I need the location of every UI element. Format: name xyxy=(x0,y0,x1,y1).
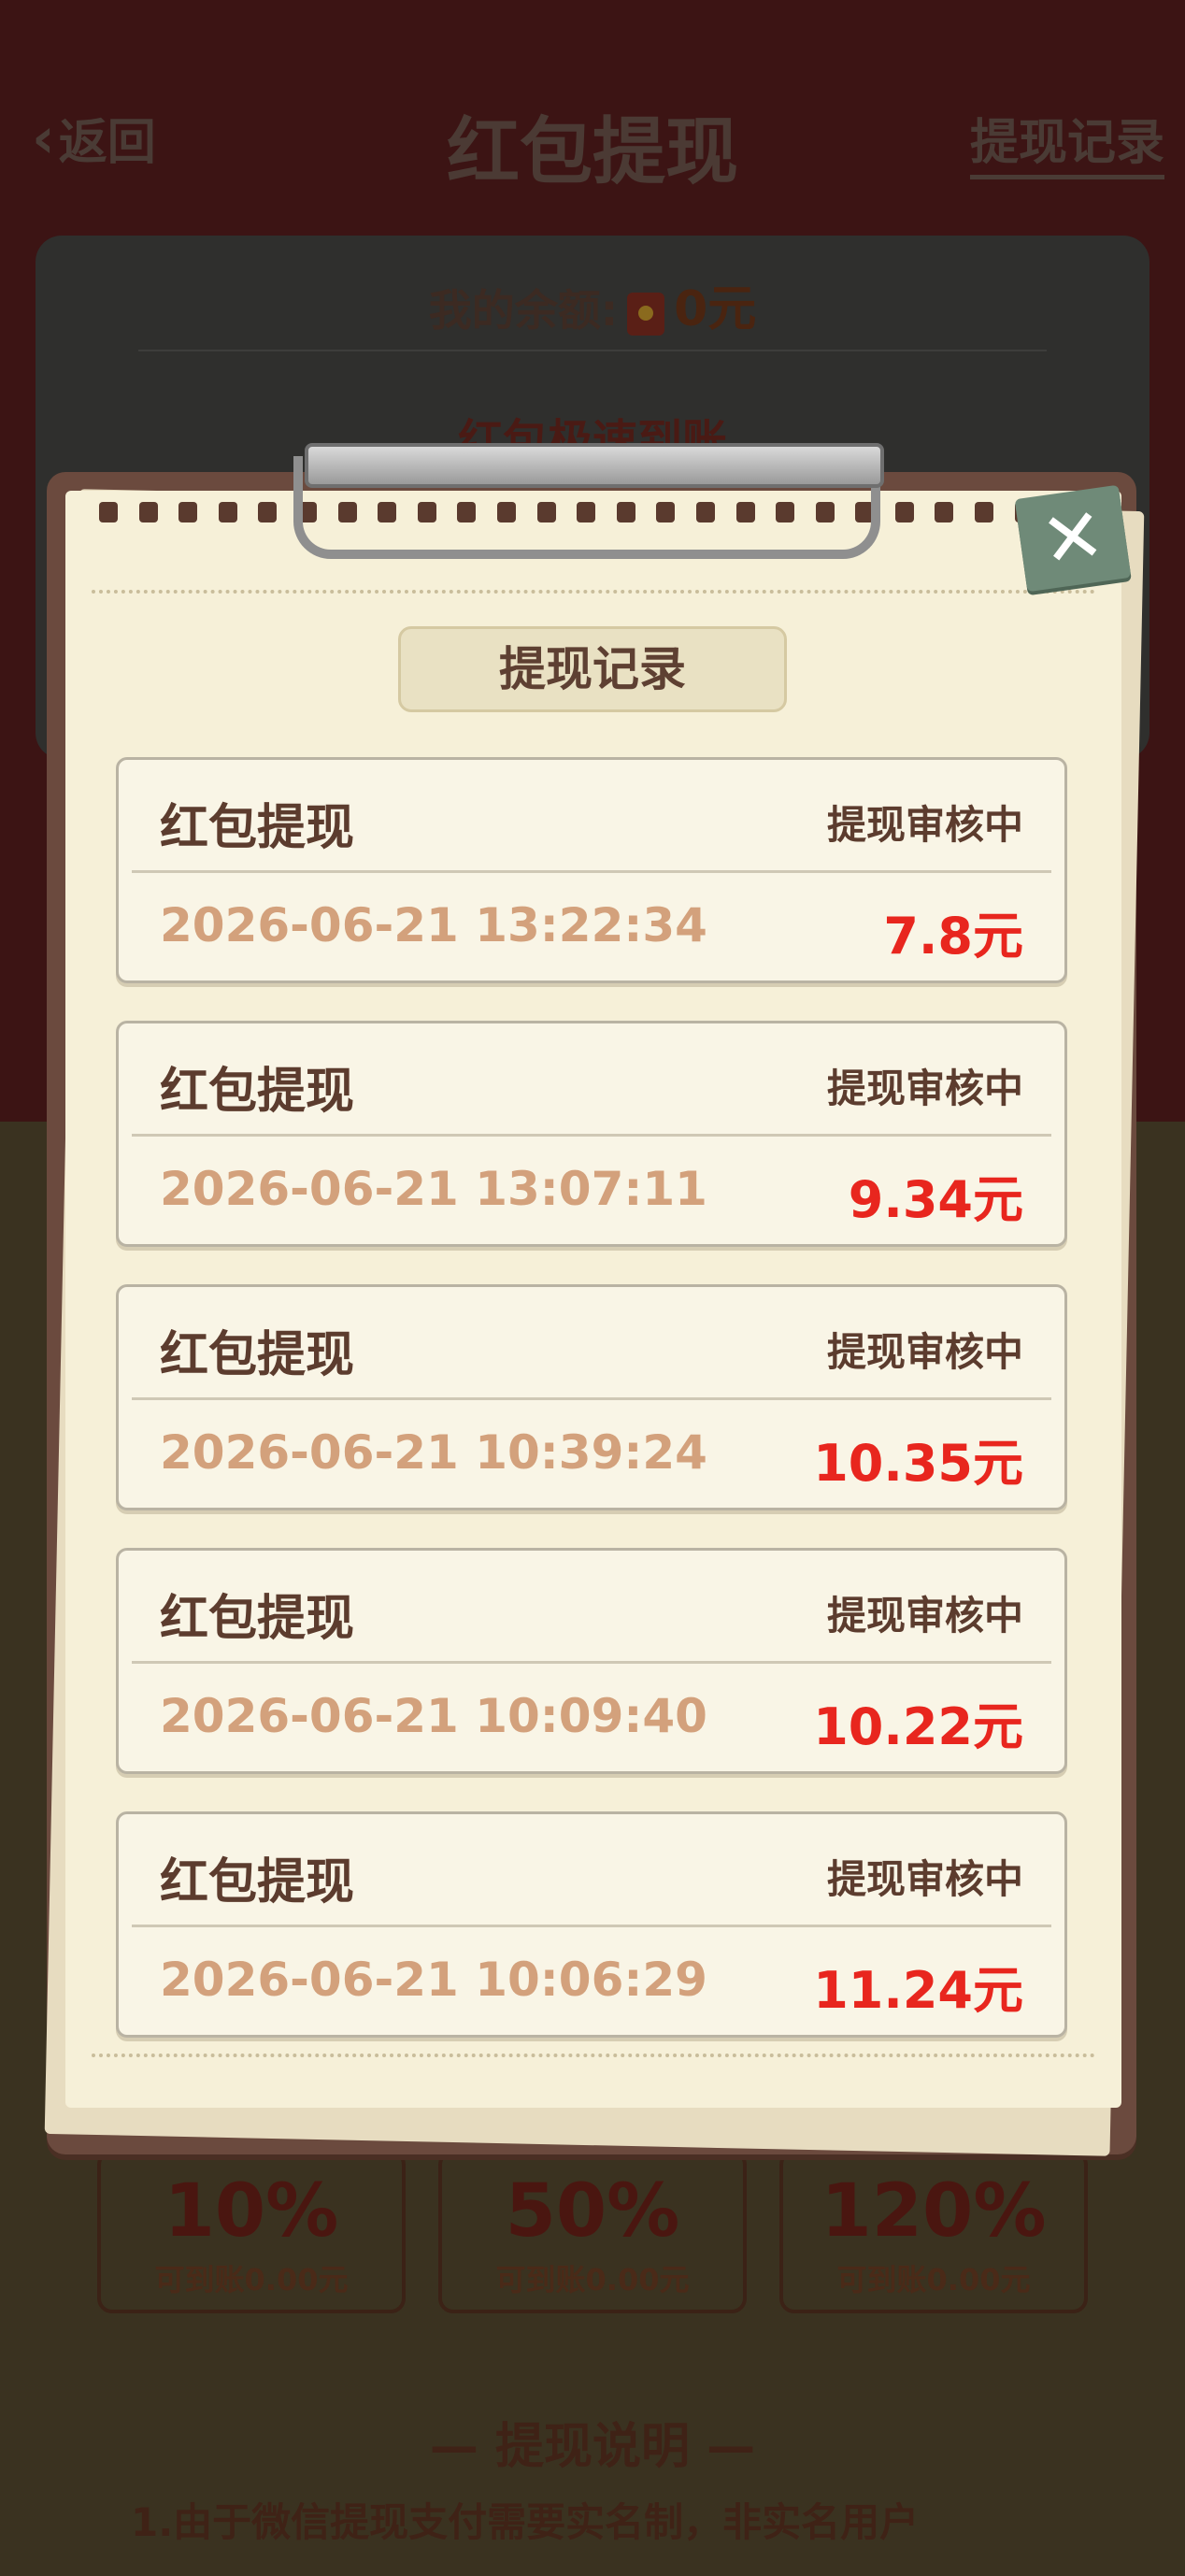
record-name: 红包提现 xyxy=(160,1591,355,1647)
percent-options: 10% 可到账0.00元 50% 可到账0.00元 120% 可到账0.00元 xyxy=(97,2150,1088,2313)
percent-value: 50% xyxy=(505,2169,680,2254)
record-name: 红包提现 xyxy=(160,1064,355,1120)
modal-title-plate: 提现记录 xyxy=(398,626,787,712)
percent-option[interactable]: 50% 可到账0.00元 xyxy=(438,2150,747,2313)
record-item: 红包提现 提现审核中 2026-06-21 13:22:34 7.8元 xyxy=(116,757,1067,983)
record-status: 提现审核中 xyxy=(826,802,1023,848)
percent-option[interactable]: 120% 可到账0.00元 xyxy=(779,2150,1088,2313)
record-name: 红包提现 xyxy=(160,1854,355,1911)
record-divider xyxy=(132,1397,1051,1400)
record-item: 红包提现 提现审核中 2026-06-21 10:39:24 10.35元 xyxy=(116,1284,1067,1510)
record-time: 2026-06-21 10:09:40 xyxy=(160,1689,707,1743)
record-status: 提现审核中 xyxy=(826,1593,1023,1639)
modal-title: 提现记录 xyxy=(499,642,686,696)
explain-title: — 提现说明 — xyxy=(429,2419,756,2475)
record-amount: 11.24元 xyxy=(813,1961,1023,2020)
record-time: 2026-06-21 13:07:11 xyxy=(160,1162,707,1216)
record-amount: 7.8元 xyxy=(883,907,1023,966)
record-status: 提现审核中 xyxy=(826,1066,1023,1111)
record-divider xyxy=(132,1134,1051,1137)
balance-amount: 0元 xyxy=(674,281,757,337)
explain-text: 1.由于微信提现支付需要实名制，非实名用户 xyxy=(131,2499,920,2545)
record-divider xyxy=(132,1925,1051,1927)
percent-sub: 可到账0.00元 xyxy=(836,2261,1031,2297)
percent-sub: 可到账0.00元 xyxy=(495,2261,690,2297)
record-divider xyxy=(132,1661,1051,1664)
percent-value: 120% xyxy=(821,2169,1047,2254)
record-amount: 10.35元 xyxy=(813,1434,1023,1493)
record-amount: 10.22元 xyxy=(813,1697,1023,1756)
divider xyxy=(138,350,1047,351)
record-item: 红包提现 提现审核中 2026-06-21 10:06:29 11.24元 xyxy=(116,1811,1067,2038)
withdraw-record-link[interactable]: 提现记录 xyxy=(969,103,1164,179)
record-time: 2026-06-21 10:39:24 xyxy=(160,1425,707,1480)
record-status: 提现审核中 xyxy=(826,1856,1023,1902)
red-packet-icon xyxy=(627,292,665,336)
record-name: 红包提现 xyxy=(160,800,355,856)
clipboard-bar xyxy=(305,443,884,488)
record-item: 红包提现 提现审核中 2026-06-21 10:09:40 10.22元 xyxy=(116,1548,1067,1774)
record-time: 2026-06-21 13:22:34 xyxy=(160,898,707,952)
record-name: 红包提现 xyxy=(160,1327,355,1383)
percent-value: 10% xyxy=(164,2169,339,2254)
record-item: 红包提现 提现审核中 2026-06-21 13:07:11 9.34元 xyxy=(116,1021,1067,1247)
percent-sub: 可到账0.00元 xyxy=(154,2261,349,2297)
record-list: 红包提现 提现审核中 2026-06-21 13:22:34 7.8元 红包提现… xyxy=(116,757,1067,2075)
close-button[interactable]: ✕ xyxy=(1014,484,1132,593)
record-status: 提现审核中 xyxy=(826,1329,1023,1375)
record-time: 2026-06-21 10:06:29 xyxy=(160,1953,707,2007)
balance-row: 我的余额: 0元 xyxy=(36,269,1149,339)
record-divider xyxy=(132,870,1051,873)
navigation-bar: ‹ 返回 红包提现 提现记录 xyxy=(0,84,1185,194)
record-amount: 9.34元 xyxy=(848,1170,1023,1229)
balance-label: 我的余额: xyxy=(428,285,619,336)
dotted-divider xyxy=(92,590,1095,594)
percent-option[interactable]: 10% 可到账0.00元 xyxy=(97,2150,406,2313)
